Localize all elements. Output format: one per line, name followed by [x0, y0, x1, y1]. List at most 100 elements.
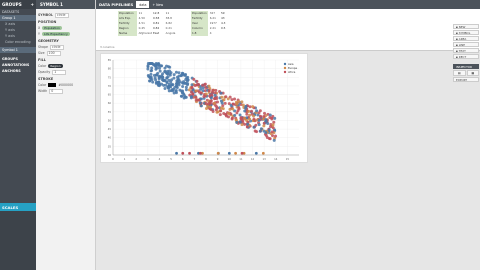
pipeline-cell[interactable]: Year	[191, 21, 208, 26]
legend-label: Europe	[288, 66, 298, 70]
stroke-color-label: Color	[38, 83, 47, 87]
scatter-point	[197, 98, 201, 102]
pipeline-cell[interactable]: 38.8	[165, 16, 177, 21]
tool-line-button[interactable]: ▪ LINE	[453, 42, 479, 47]
scatter-point	[170, 88, 174, 92]
pipeline-cell[interactable]: 11	[165, 11, 177, 16]
pipeline-cell[interactable]: 43	[220, 16, 227, 21]
scatter-point	[179, 94, 183, 98]
symbol-type-select[interactable]: circle	[54, 12, 69, 18]
export-button[interactable]: EXPORT	[453, 77, 479, 82]
pipeline-cell[interactable]	[220, 31, 227, 36]
pipeline-cell[interactable]: Region	[118, 26, 137, 31]
scatter-point	[172, 73, 176, 77]
pipeline-cell[interactable]: 0.82	[152, 26, 164, 31]
pipeline-cell[interactable]: 0.21	[165, 26, 177, 31]
scatter-point	[226, 97, 230, 101]
scatter-chart[interactable]: 0 1 2 3 4 5 6 7 8 9 10 11 12 13 14 15 30 35 40 45 50 55 60 65 70…	[100, 53, 308, 163]
pipeline-cell[interactable]: Life Exp.	[118, 16, 137, 21]
y-field-pill[interactable]: Life Expectancy	[41, 31, 70, 37]
groups-item-color[interactable]: Color encoding	[0, 39, 36, 45]
tab-data[interactable]: data	[136, 1, 150, 8]
scales-header[interactable]: SCALES	[0, 203, 36, 211]
scatter-point	[235, 111, 239, 115]
x-tick-label: 4	[159, 157, 161, 161]
scatter-point	[158, 75, 162, 79]
pipeline-cell[interactable]: 0.5	[220, 26, 227, 31]
add-group-button[interactable]: +	[30, 2, 34, 7]
scatter-point	[190, 83, 194, 87]
scatter-point	[165, 72, 169, 76]
scatter-point	[160, 64, 164, 68]
pipeline-cell[interactable]: 0.81	[152, 21, 164, 26]
pipeline-cell[interactable]: Name	[118, 31, 137, 36]
pipeline-cell[interactable]: 4.3	[220, 21, 227, 26]
scatter-point	[255, 109, 259, 113]
pipeline-cell[interactable]: Population	[191, 11, 208, 16]
pipeline-cell[interactable]: Fertility	[118, 21, 137, 26]
scatter-point	[223, 101, 227, 105]
tool-text-button[interactable]: ▪ TEXT	[453, 48, 479, 53]
list-icon[interactable]: ▤	[453, 70, 466, 76]
scatter-point	[231, 102, 235, 106]
tab-data-pipelines[interactable]: DATA PIPELINES	[96, 0, 136, 9]
fill-color-label: Color	[38, 64, 47, 68]
tool-new-button[interactable]: ▪ NEW	[453, 24, 479, 29]
scatter-point	[250, 109, 254, 113]
pipeline-cell[interactable]: Population	[118, 11, 137, 16]
scatter-point	[177, 81, 181, 85]
tool-rect-button[interactable]: ▪ RECT	[453, 54, 479, 59]
pipeline-cell[interactable]: 6.82	[165, 21, 177, 26]
groups-item-symbol1[interactable]: Symbol 1	[0, 47, 36, 53]
y-tick-label: 85	[108, 58, 112, 62]
pipeline-cell[interactable]: Angola	[165, 31, 177, 36]
pipeline-cell[interactable]: 1.8	[191, 31, 208, 36]
pipeline-cell[interactable]	[227, 21, 233, 26]
scatter-point	[184, 85, 188, 89]
main-area: DATA PIPELINES data + New 3 columns Popu…	[96, 0, 480, 270]
size-input[interactable]: 100	[46, 50, 61, 56]
scatter-point	[227, 112, 231, 116]
scatter-point	[220, 95, 224, 99]
scatter-point	[177, 78, 181, 82]
scatter-point	[248, 117, 252, 121]
scatter-point	[240, 123, 244, 127]
pipeline-cell[interactable]: 0.58	[152, 16, 164, 21]
pipeline-cell[interactable]: Column	[191, 26, 208, 31]
tool-symbol-button[interactable]: ▪ SYMBOL	[453, 30, 479, 35]
tab-new[interactable]: + New	[149, 0, 166, 9]
inspector-button[interactable]: INSPECTOR	[453, 64, 479, 69]
pipeline-cell[interactable]	[227, 11, 233, 16]
y-tick-label: 65	[108, 93, 112, 97]
stroke-color-swatch[interactable]	[48, 83, 57, 87]
pipeline-cell[interactable]	[227, 26, 233, 31]
pipeline-cell[interactable]	[227, 31, 233, 36]
x-field-pill[interactable]: Population	[42, 25, 62, 31]
scatter-point	[234, 100, 238, 104]
scatter-point	[177, 71, 181, 75]
scatter-point	[231, 107, 235, 111]
fill-color-field[interactable]: Region	[48, 63, 63, 69]
scatter-point	[268, 113, 272, 117]
scatter-point	[150, 61, 154, 65]
shape-select[interactable]: circle	[49, 44, 64, 50]
scatter-point	[194, 95, 198, 99]
stroke-width-input[interactable]: 0	[49, 88, 64, 94]
scatter-point	[193, 83, 197, 87]
opacity-input[interactable]: 1	[52, 69, 67, 75]
scatter-point	[253, 129, 257, 133]
groups-section-anchors[interactable]: ANCHORS	[0, 68, 36, 74]
x-tick-label: 3	[147, 157, 149, 161]
scatter-point	[237, 107, 241, 111]
grid-icon[interactable]: ▦	[466, 70, 479, 76]
pipeline-cell[interactable]: 59	[220, 11, 227, 16]
pipeline-cell[interactable]: East	[152, 31, 164, 36]
scatter-point	[272, 120, 276, 124]
pipeline-cell[interactable]	[227, 16, 233, 21]
scatter-point	[207, 89, 211, 93]
pipeline-cell[interactable]: 12.8	[152, 11, 164, 16]
tool-area-button[interactable]: ▪ AREA	[453, 36, 479, 41]
pipeline-cell[interactable]: Fertility	[191, 16, 208, 21]
scatter-point	[219, 106, 223, 110]
stroke-color-value[interactable]: #000000	[58, 83, 73, 87]
